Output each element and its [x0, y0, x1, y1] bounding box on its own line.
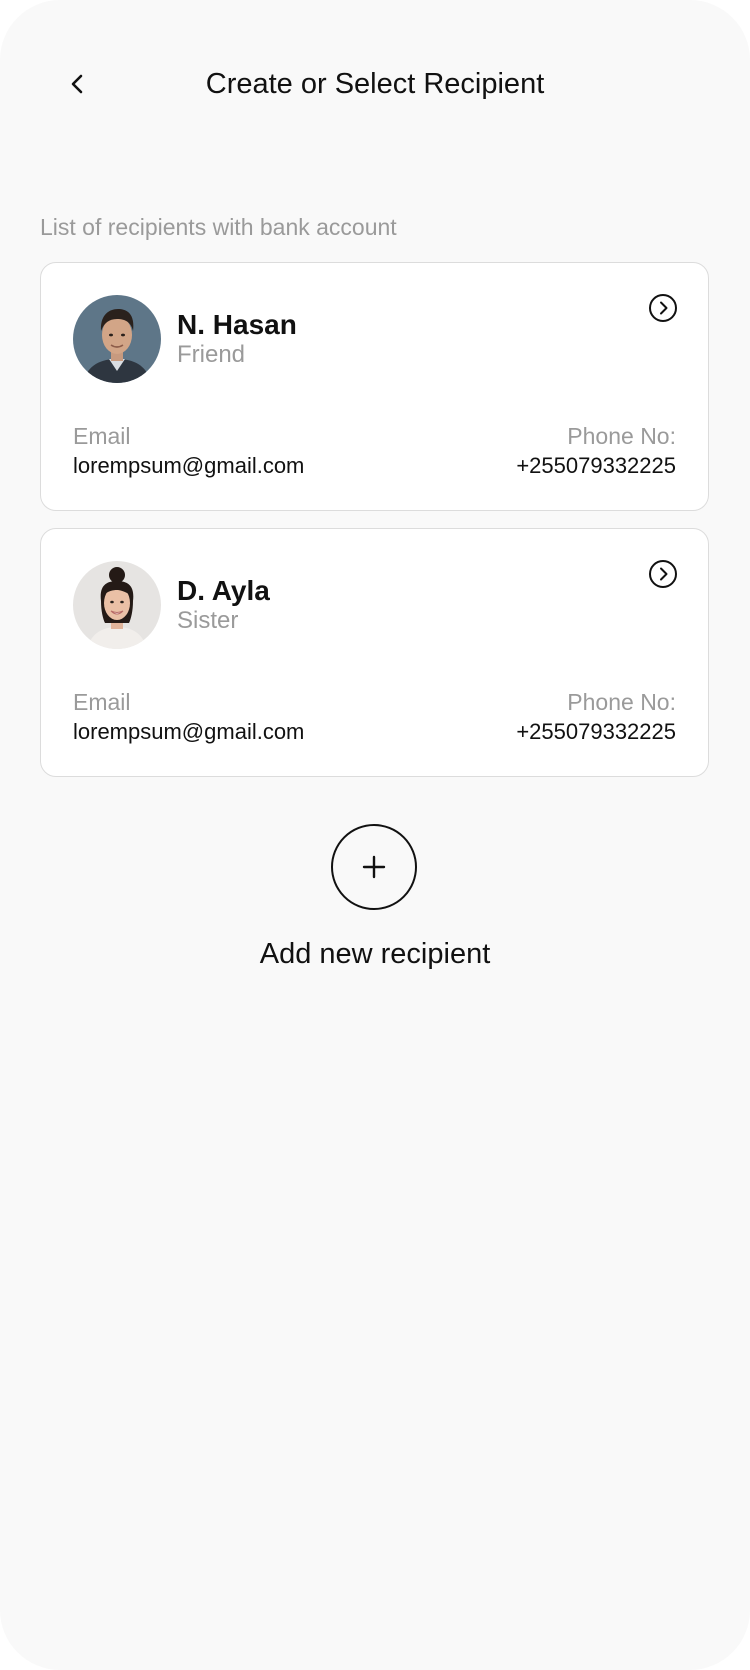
chevron-left-icon[interactable] [66, 72, 90, 96]
avatar [73, 561, 161, 649]
phone-value: +255079332225 [516, 453, 676, 478]
app-screen: Create or Select Recipient List of recip… [0, 0, 750, 1670]
recipient-card[interactable]: N. Hasan Friend Email lorempsum@gmail.co… [40, 262, 709, 511]
add-recipient-label[interactable]: Add new recipient [0, 938, 750, 971]
recipient-relation: Sister [177, 607, 239, 634]
add-recipient-button[interactable] [331, 824, 417, 910]
back-button[interactable] [56, 62, 100, 106]
plus-icon[interactable] [361, 854, 387, 880]
phone-label: Phone No: [567, 689, 676, 715]
recipient-card[interactable]: D. Ayla Sister Email lorempsum@gmail.com… [40, 528, 709, 777]
phone-value: +255079332225 [516, 719, 676, 744]
recipient-name: D. Ayla [177, 575, 270, 606]
chevron-right-circle-icon[interactable] [648, 559, 678, 589]
chevron-right-circle-icon[interactable] [648, 293, 678, 323]
page-title: Create or Select Recipient [205, 68, 545, 100]
header: Create or Select Recipient [0, 48, 750, 120]
email-value: lorempsum@gmail.com [73, 719, 305, 744]
section-label: List of recipients with bank account [40, 214, 397, 240]
email-value: lorempsum@gmail.com [73, 453, 305, 478]
recipient-relation: Friend [177, 341, 246, 368]
recipient-name: N. Hasan [177, 309, 297, 340]
email-label: Email [73, 689, 131, 715]
email-label: Email [73, 423, 131, 449]
phone-label: Phone No: [567, 423, 676, 449]
avatar [73, 295, 161, 383]
